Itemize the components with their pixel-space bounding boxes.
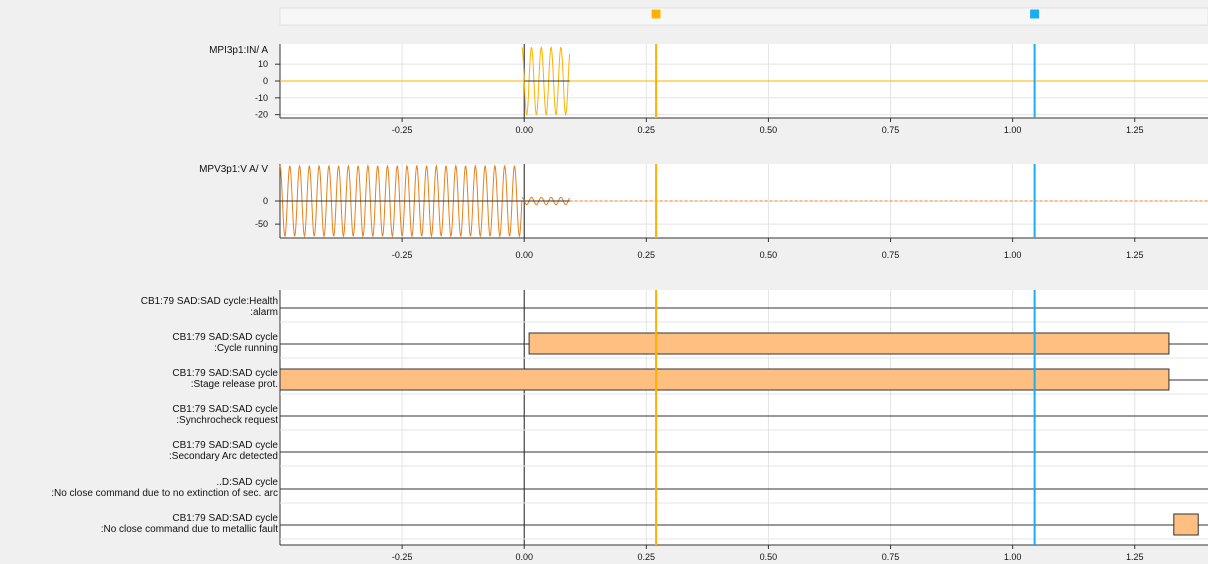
signal-label: CB1:79 SAD:SAD cycle	[172, 513, 278, 524]
signal-active-bar	[1173, 513, 1199, 536]
x-tick-label: 1.25	[1126, 250, 1144, 260]
x-tick-label: 0.25	[638, 125, 656, 135]
signal-label-sub: :Stage release prot.	[191, 379, 278, 390]
signal-label: CB1:79 SAD:SAD cycle	[172, 404, 278, 415]
y-tick-label: 0	[263, 76, 268, 86]
x-tick-label: 0.50	[760, 250, 778, 260]
signal-label-sub: :No close command due to no extinction o…	[51, 488, 278, 499]
plot-area	[280, 290, 1208, 545]
x-tick-label: 0.50	[760, 125, 778, 135]
analog-panel-1	[275, 44, 1208, 122]
x-tick-label: 0.75	[882, 552, 900, 562]
channel-title: MPI3p1:IN/ A	[209, 45, 268, 56]
y-tick-label: 0	[263, 196, 268, 206]
x-tick-label: 0.25	[638, 250, 656, 260]
signal-label-sub: :No close command due to metallic fault	[101, 524, 279, 535]
y-tick-label: 10	[258, 59, 268, 69]
signal-label: CB1:79 SAD:SAD cycle	[172, 440, 278, 451]
x-tick-label: 0.00	[515, 125, 533, 135]
x-tick-label: 1.25	[1126, 125, 1144, 135]
x-tick-label: 1.00	[1004, 250, 1022, 260]
channel-title: MPV3p1:V A/ V	[199, 164, 268, 175]
x-tick-label: 0.00	[515, 250, 533, 260]
waveform-chart[interactable]: 10 0 -10 -20 -0.25 0.00 0.25 0.50 0.75 1.00 1.25 MP…	[0, 0, 1208, 564]
y-tick-label: -50	[255, 219, 268, 229]
signal-label: CB1:79 SAD:SAD cycle:Health	[141, 296, 278, 307]
signal-label: ..D:SAD cycle	[216, 477, 278, 488]
cursor-2-handle[interactable]	[1029, 8, 1041, 20]
disturbance-record-viewer: 10 0 -10 -20 -0.25 0.00 0.25 0.50 0.75 1.00 1.25 MP…	[0, 0, 1208, 564]
x-tick-label: 0.00	[515, 552, 533, 562]
x-tick-label: 1.00	[1004, 552, 1022, 562]
signal-label-sub: :Cycle running	[214, 343, 278, 354]
x-tick-label: 1.25	[1126, 552, 1144, 562]
x-tick-label: 1.00	[1004, 125, 1022, 135]
x-tick-label: 0.50	[760, 552, 778, 562]
analog-panel-2	[275, 163, 1208, 242]
y-tick-label: -10	[255, 93, 268, 103]
y-tick-label: -20	[255, 110, 268, 120]
x-tick-label: -0.25	[392, 125, 413, 135]
x-tick-label: -0.25	[392, 250, 413, 260]
x-tick-label: 0.75	[882, 250, 900, 260]
x-tick-label: 0.25	[638, 552, 656, 562]
signal-label-sub: :alarm	[250, 307, 278, 318]
cursor-track	[279, 7, 1208, 26]
signal-label: CB1:79 SAD:SAD cycle	[172, 332, 278, 343]
signal-active-bar	[528, 332, 1170, 355]
x-tick-label: -0.25	[392, 552, 413, 562]
signal-label-sub: :Secondary Arc detected	[169, 451, 278, 462]
digital-panel	[279, 290, 1208, 549]
cursor-1-handle[interactable]	[650, 8, 662, 20]
signal-label-sub: :Synchrocheck request	[176, 415, 278, 426]
x-tick-label: 0.75	[882, 125, 900, 135]
signal-label: CB1:79 SAD:SAD cycle	[172, 368, 278, 379]
